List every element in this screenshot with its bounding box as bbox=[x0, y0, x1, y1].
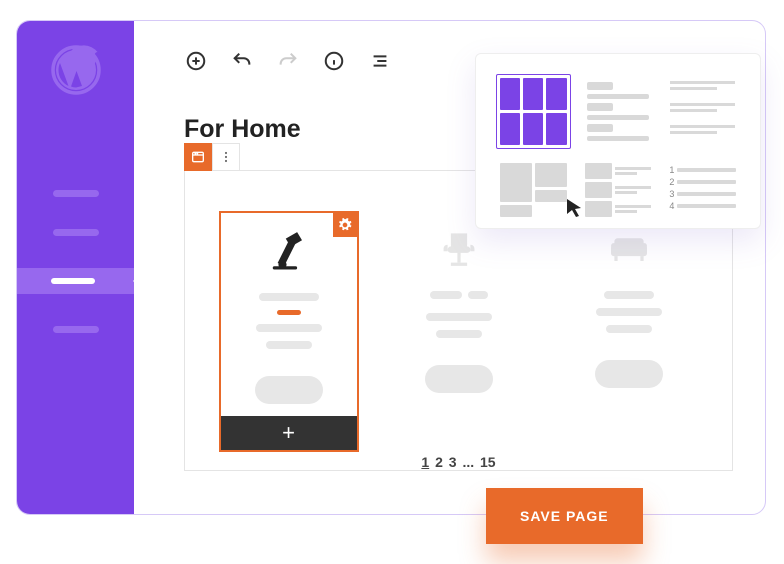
layout-option-masonry[interactable] bbox=[496, 159, 571, 221]
block-toolbar bbox=[184, 143, 240, 171]
num-1: 1 bbox=[669, 165, 674, 175]
save-label: SAVE PAGE bbox=[520, 508, 609, 524]
plus-icon: + bbox=[282, 420, 295, 446]
card-button[interactable] bbox=[425, 365, 493, 393]
info-button[interactable] bbox=[322, 49, 346, 73]
card-button[interactable] bbox=[255, 376, 323, 404]
page-ellipsis: ... bbox=[462, 454, 474, 470]
layout-option-image-text[interactable] bbox=[581, 159, 656, 221]
num-4: 4 bbox=[669, 201, 674, 211]
redo-button[interactable] bbox=[276, 49, 300, 73]
sidebar bbox=[17, 21, 134, 514]
save-page-button[interactable]: SAVE PAGE bbox=[486, 488, 643, 544]
product-card-lamp[interactable]: + bbox=[219, 211, 359, 452]
page-1[interactable]: 1 bbox=[421, 454, 429, 470]
card-settings-button[interactable] bbox=[333, 213, 357, 237]
num-3: 3 bbox=[669, 189, 674, 199]
cursor-icon bbox=[565, 197, 585, 219]
sidebar-item-active[interactable] bbox=[17, 268, 134, 294]
layout-option-text[interactable] bbox=[665, 74, 740, 149]
divider-accent bbox=[277, 310, 301, 315]
page-last[interactable]: 15 bbox=[480, 454, 496, 470]
pagination: 1 2 3 ... 15 bbox=[185, 454, 732, 470]
page-3[interactable]: 3 bbox=[449, 454, 457, 470]
num-2: 2 bbox=[669, 177, 674, 187]
sidebar-item-4[interactable] bbox=[53, 326, 99, 333]
sidebar-item-1[interactable] bbox=[53, 190, 99, 197]
add-item-button[interactable]: + bbox=[221, 416, 357, 450]
wordpress-logo-icon bbox=[51, 45, 101, 95]
layout-option-list[interactable] bbox=[581, 74, 656, 149]
card-button[interactable] bbox=[595, 360, 663, 388]
layout-option-numbered[interactable]: 1 2 3 4 bbox=[665, 159, 740, 221]
layout-picker-panel: 1 2 3 4 bbox=[475, 53, 761, 229]
page-2[interactable]: 2 bbox=[435, 454, 443, 470]
product-card-chair[interactable] bbox=[389, 211, 529, 452]
sidebar-nav bbox=[17, 190, 134, 333]
add-block-button[interactable] bbox=[184, 49, 208, 73]
block-more-button[interactable] bbox=[212, 143, 240, 171]
sidebar-item-2[interactable] bbox=[53, 229, 99, 236]
layout-option-grid[interactable] bbox=[496, 74, 571, 149]
outline-button[interactable] bbox=[368, 49, 392, 73]
block-type-button[interactable] bbox=[184, 143, 212, 171]
undo-button[interactable] bbox=[230, 49, 254, 73]
product-card-sofa[interactable] bbox=[559, 211, 699, 452]
